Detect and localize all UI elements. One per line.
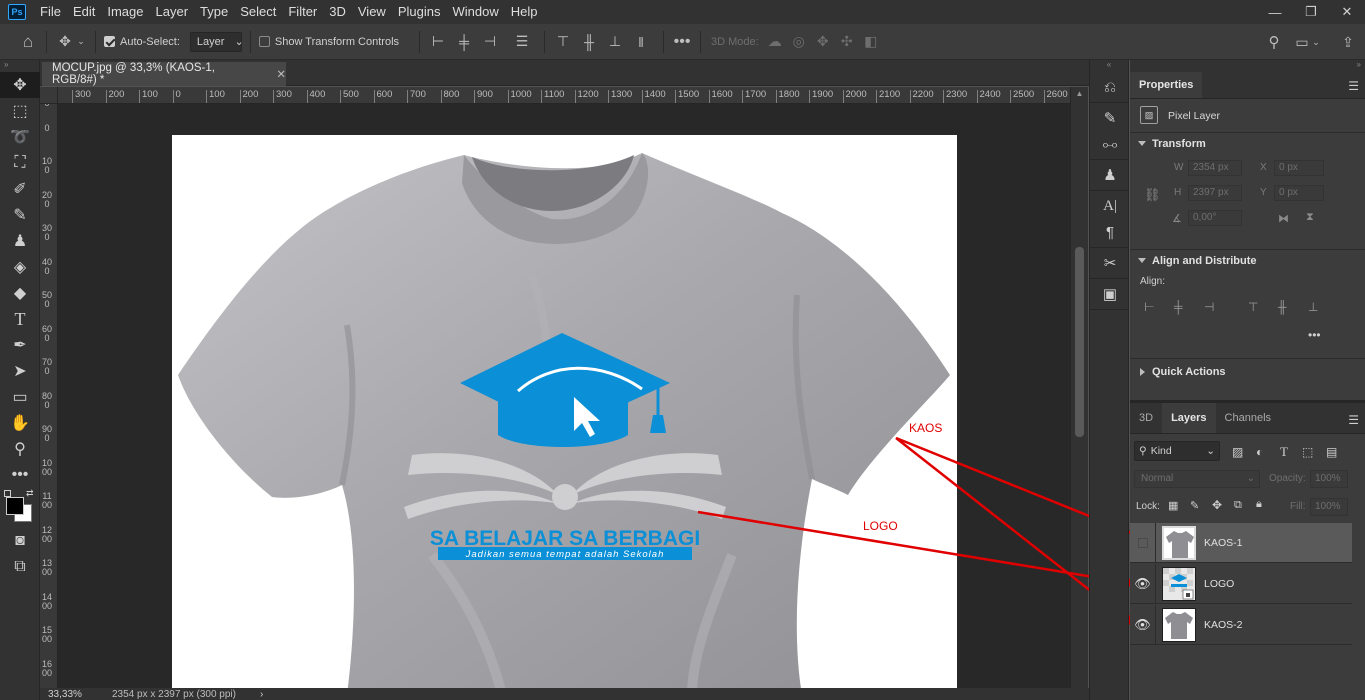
lock-image-icon[interactable]: ✎ xyxy=(1190,499,1199,512)
transform-section-toggle[interactable]: Transform xyxy=(1130,133,1365,155)
fill-field[interactable]: 100% xyxy=(1310,498,1348,516)
filter-pixel-icon[interactable]: ▨ xyxy=(1232,445,1243,459)
photoshop-window: Ps File Edit Image Layer Type Select Fil… xyxy=(0,0,1365,700)
pixel-layer-icon: ▨ xyxy=(1140,106,1158,124)
flip-horizontal-icon[interactable]: ⧓ xyxy=(1278,212,1289,225)
clone-source-icon[interactable]: ♟ xyxy=(1090,162,1130,188)
align-left-edges-icon[interactable]: ⊢ xyxy=(1144,300,1154,314)
fill-label: Fill: xyxy=(1290,501,1306,512)
tools-settings-icon[interactable]: ✂ xyxy=(1090,250,1130,276)
layers-panel: 3D Layers Channels ☰ ⚲ Kind ⌄ ▨ ◐ T ⬚ ▤ … xyxy=(1130,400,1365,700)
visibility-toggle[interactable] xyxy=(1130,522,1156,563)
character-icon[interactable]: A| xyxy=(1090,193,1130,219)
align-right-edges-icon[interactable]: ⊣ xyxy=(1204,300,1214,314)
width-label: W xyxy=(1174,162,1184,173)
flip-vertical-icon[interactable]: ⧗ xyxy=(1306,211,1314,224)
brush-settings-icon[interactable]: ✎ xyxy=(1090,105,1130,131)
opacity-label: Opacity: xyxy=(1269,473,1306,484)
panel-icon-strip: « ⎌ ✎ ⧟ ♟ A| ¶ ✂ ▣ xyxy=(1089,60,1129,700)
y-field[interactable]: 0 px xyxy=(1274,185,1324,201)
align-vertical-centers-icon[interactable]: ╫ xyxy=(1278,300,1287,314)
quick-actions-toggle[interactable]: Quick Actions xyxy=(1130,361,1365,383)
align-label: Align: xyxy=(1140,276,1166,287)
layer-type-label: Pixel Layer xyxy=(1168,110,1220,122)
panel-menu-icon[interactable]: ☰ xyxy=(1348,79,1359,93)
layer-row-logo[interactable]: 👁︎ LOGO xyxy=(1130,563,1352,604)
align-horizontal-centers-icon[interactable]: ╪ xyxy=(1174,300,1183,314)
angle-field[interactable]: 0,00° xyxy=(1188,210,1242,226)
angle-icon: ∡ xyxy=(1172,213,1182,225)
layer-name[interactable]: KAOS-1 xyxy=(1204,537,1243,549)
height-field[interactable]: 2397 px xyxy=(1188,185,1242,201)
width-field[interactable]: 2354 px xyxy=(1188,160,1242,176)
panel-menu-icon[interactable]: ☰ xyxy=(1348,413,1359,427)
libraries-icon[interactable]: ▣ xyxy=(1090,281,1130,307)
tab-3d[interactable]: 3D xyxy=(1130,403,1162,433)
lock-artboard-icon[interactable]: ⧉ xyxy=(1234,499,1242,512)
tab-channels[interactable]: Channels xyxy=(1216,403,1280,433)
height-label: H xyxy=(1174,187,1182,198)
filter-smart-object-icon[interactable]: ▤ xyxy=(1326,445,1337,459)
annotation-logo: LOGO xyxy=(863,519,898,533)
adjustments-icon[interactable]: ⧟ xyxy=(1090,131,1130,157)
tab-properties[interactable]: Properties xyxy=(1130,72,1203,98)
annotation-kaos: KAOS xyxy=(909,421,943,435)
eye-icon[interactable]: 👁︎ xyxy=(1130,604,1156,645)
lock-label: Lock: xyxy=(1136,501,1160,512)
x-field[interactable]: 0 px xyxy=(1274,160,1324,176)
layer-thumbnail xyxy=(1162,607,1196,642)
align-bottom-edges-icon[interactable]: ⊥ xyxy=(1308,300,1318,314)
align-section-toggle[interactable]: Align and Distribute xyxy=(1130,250,1365,272)
layer-name[interactable]: KAOS-2 xyxy=(1204,619,1243,631)
lock-position-icon[interactable]: ✥ xyxy=(1212,498,1222,512)
properties-panel: » Properties ☰ ▨ Pixel Layer Transform ⛓… xyxy=(1130,60,1365,400)
chevron-down-icon: ⌄ xyxy=(1206,445,1215,457)
lock-transparency-icon[interactable]: ▦ xyxy=(1168,499,1178,512)
tab-layers[interactable]: Layers xyxy=(1162,403,1216,433)
chevron-down-icon: ⌄ xyxy=(1246,473,1255,484)
blend-mode-dropdown[interactable]: Normal ⌄ xyxy=(1134,470,1260,488)
y-label: Y xyxy=(1260,187,1267,198)
x-label: X xyxy=(1260,162,1267,173)
filter-shape-icon[interactable]: ⬚ xyxy=(1302,445,1313,459)
filter-adjustment-icon[interactable]: ◐ xyxy=(1256,445,1263,459)
filter-type-icon[interactable]: T xyxy=(1280,444,1288,460)
layer-thumbnail xyxy=(1162,566,1196,601)
paragraph-icon[interactable]: ¶ xyxy=(1090,219,1130,245)
layer-row-kaos-1[interactable]: KAOS-1 xyxy=(1130,522,1352,563)
blend-mode-value: Normal xyxy=(1141,473,1174,484)
layer-thumbnail xyxy=(1162,525,1196,560)
filter-kind-dropdown[interactable]: ⚲ Kind ⌄ xyxy=(1134,441,1220,461)
search-icon: ⚲ xyxy=(1139,445,1147,457)
filter-kind-value: Kind xyxy=(1150,445,1172,457)
layers-scrollbar[interactable] xyxy=(1352,436,1365,700)
more-options-icon[interactable]: ••• xyxy=(1308,328,1321,342)
collapse-icon[interactable]: « xyxy=(1090,60,1128,72)
lock-all-icon[interactable]: 🔒︎ xyxy=(1256,498,1262,511)
layer-row-kaos-2[interactable]: 👁︎ KAOS-2 xyxy=(1130,604,1352,645)
eye-icon[interactable]: 👁︎ xyxy=(1130,563,1156,604)
opacity-field[interactable]: 100% xyxy=(1310,470,1348,488)
layer-name[interactable]: LOGO xyxy=(1204,578,1234,590)
history-icon[interactable]: ⎌ xyxy=(1090,74,1130,100)
align-top-edges-icon[interactable]: ⊤ xyxy=(1248,300,1258,314)
link-icon[interactable]: ⛓ xyxy=(1144,187,1161,203)
